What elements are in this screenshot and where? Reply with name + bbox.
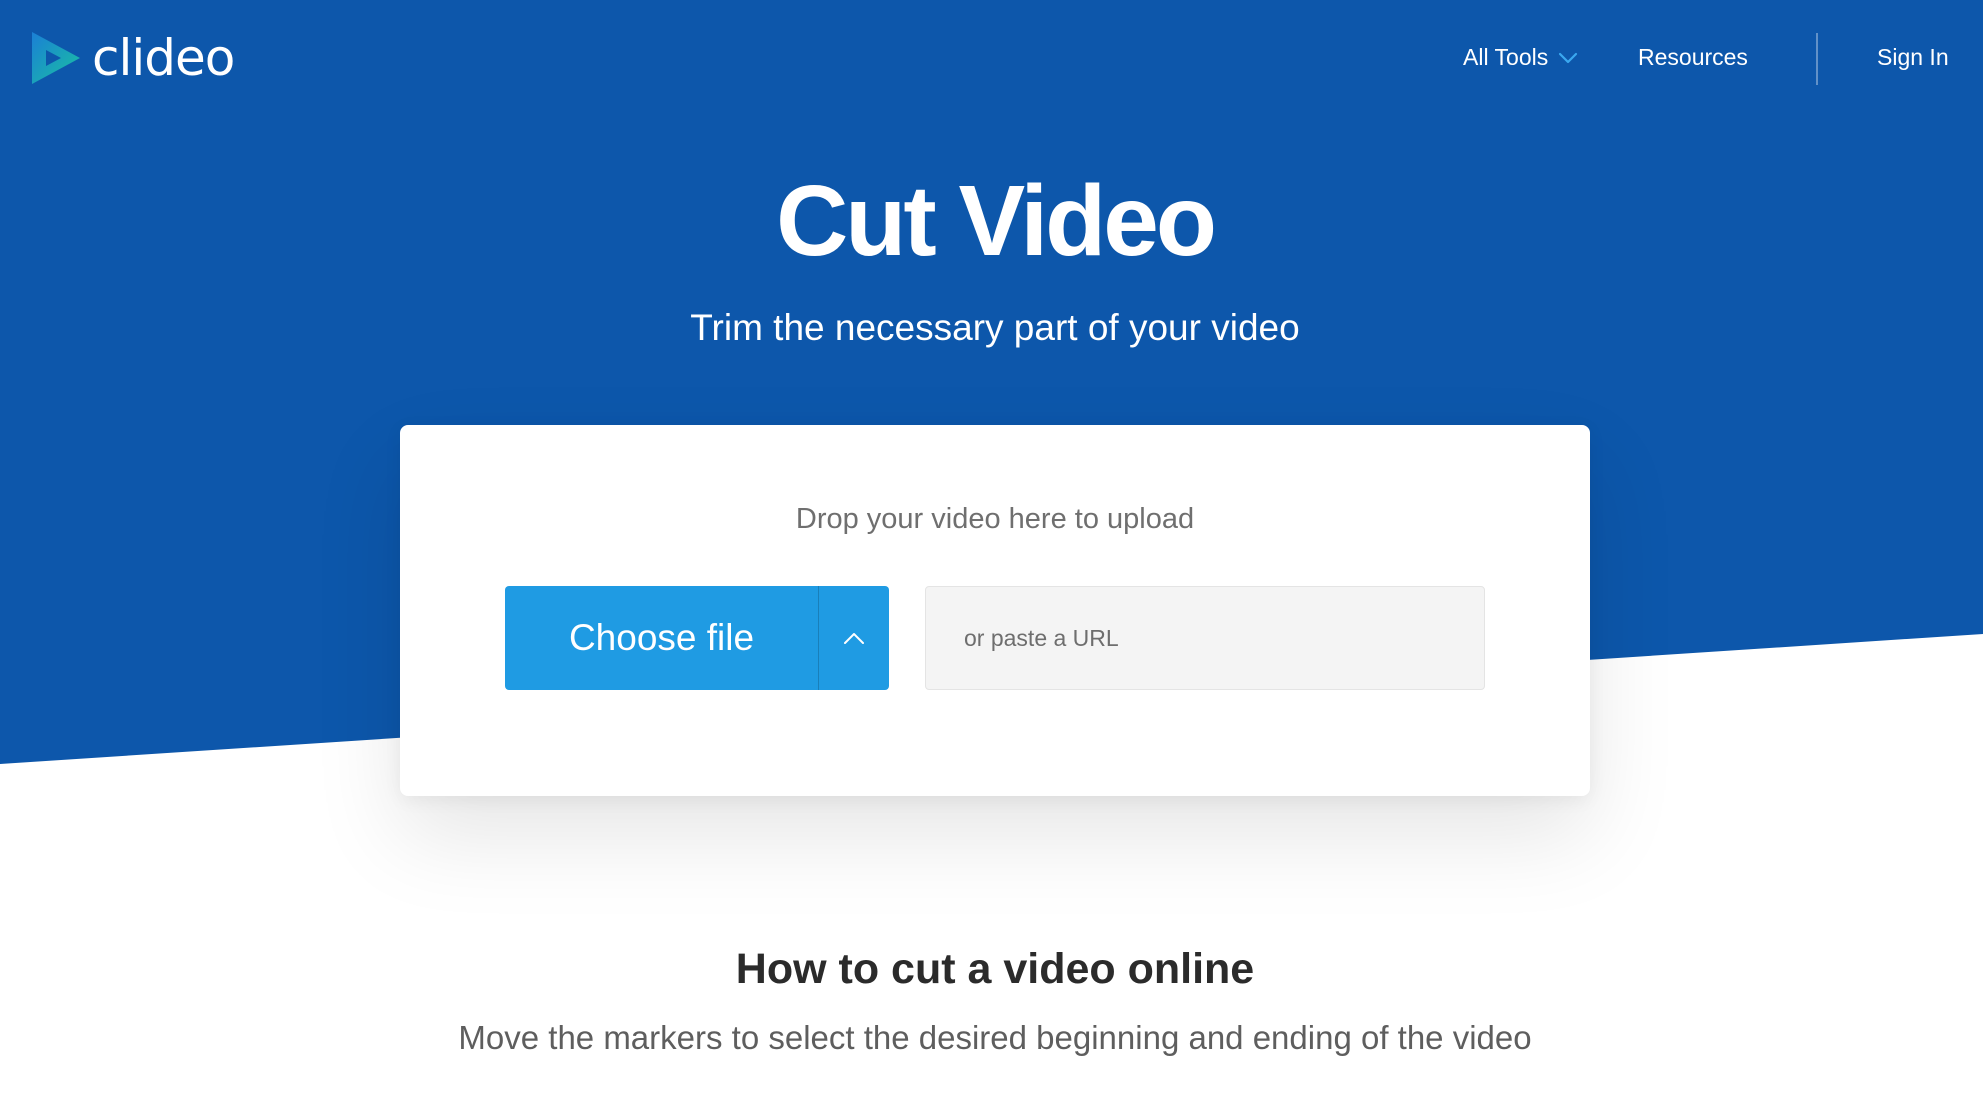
page-title: Cut Video [776, 165, 1217, 277]
clideo-logo[interactable]: clideo [30, 29, 235, 87]
choose-file-button[interactable]: Choose file [505, 586, 889, 690]
howto-description: Move the markers to select the desired b… [458, 1019, 1532, 1056]
nav-all-tools-label: All Tools [1463, 44, 1549, 70]
drop-zone-hint: Drop your video here to upload [795, 503, 1195, 535]
upload-card[interactable]: Drop your video here to upload Choose fi… [400, 425, 1590, 796]
nav-all-tools[interactable]: All Tools [1463, 44, 1578, 71]
play-triangle-logo-icon [32, 32, 80, 84]
chevron-down-icon [1559, 52, 1578, 63]
choose-file-label[interactable]: Choose file [505, 586, 818, 690]
nav-divider [1816, 33, 1818, 85]
paste-url-input[interactable] [925, 586, 1485, 690]
sign-in-link[interactable]: Sign In [1877, 44, 1949, 71]
page-subtitle: Trim the necessary part of your video [690, 307, 1300, 348]
site-header: clideo All Tools Resources Sign In [0, 0, 1983, 120]
chevron-up-icon [844, 633, 864, 644]
upload-source-toggle[interactable] [819, 586, 889, 690]
logo-wordmark: clideo [92, 29, 235, 87]
nav-resources[interactable]: Resources [1638, 44, 1748, 71]
howto-heading: How to cut a video online [735, 945, 1255, 993]
